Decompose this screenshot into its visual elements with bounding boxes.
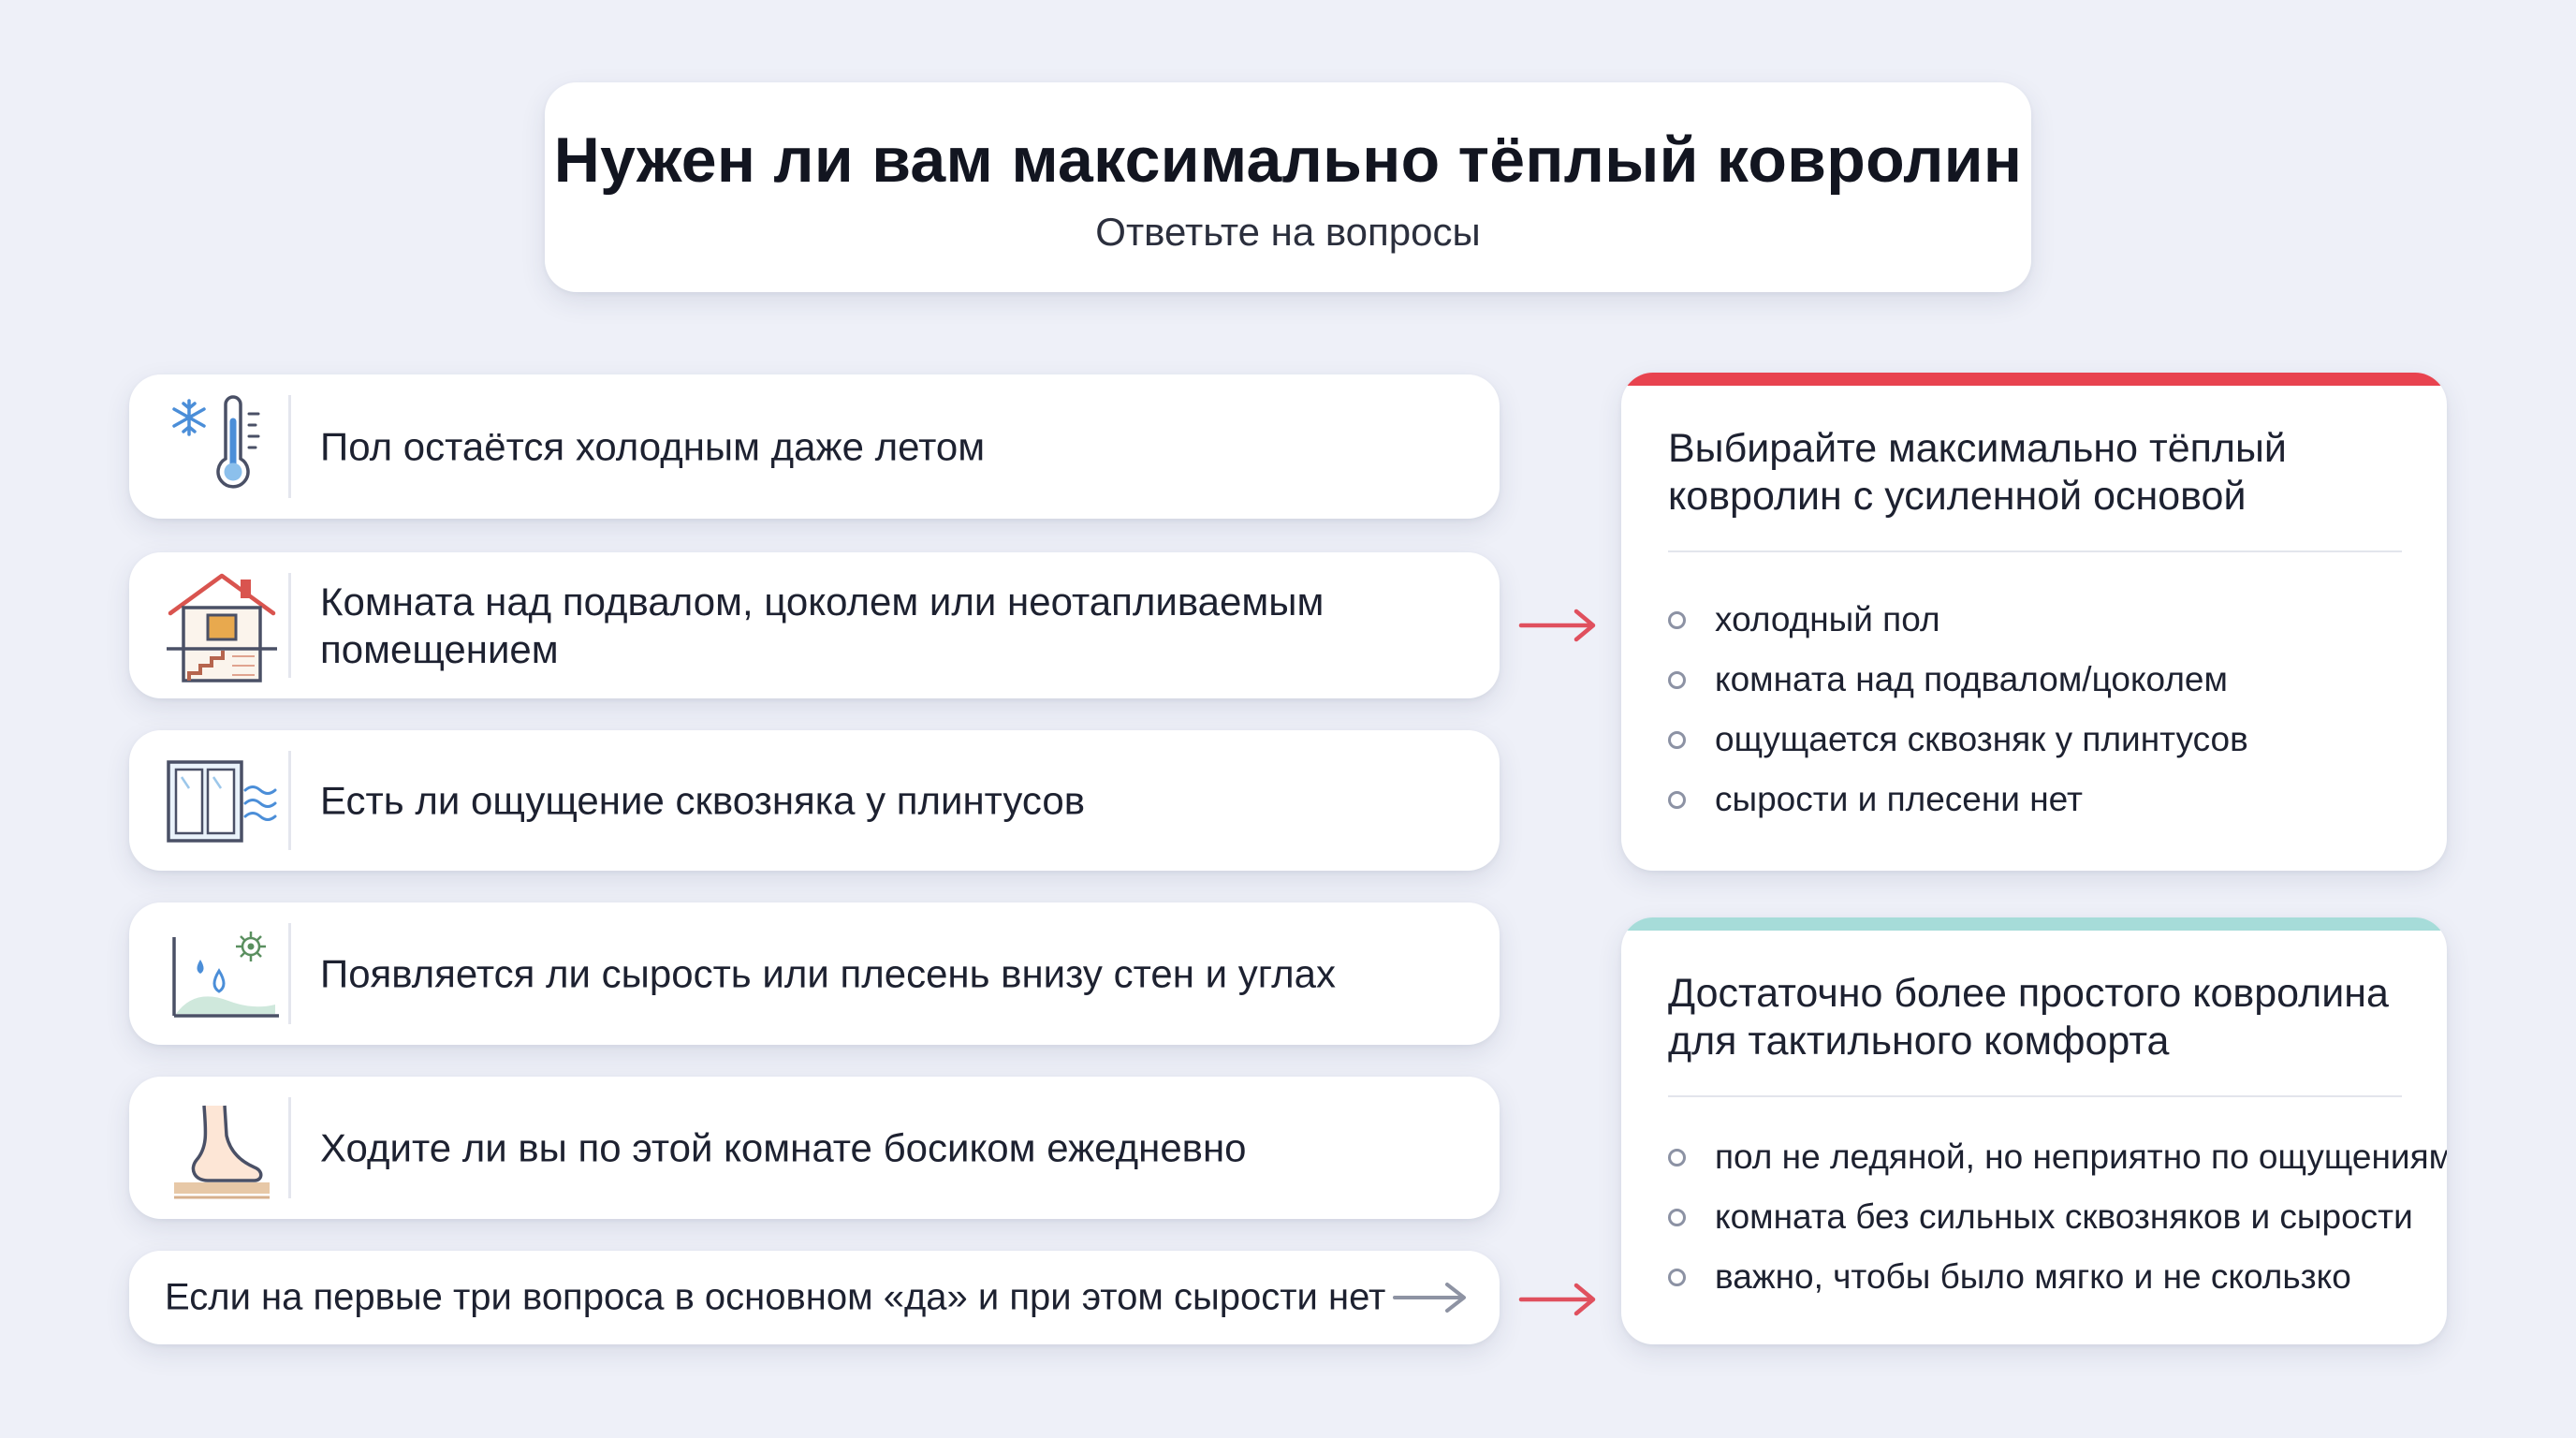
- question-card-barefoot: Ходите ли вы по этой комнате босиком еже…: [129, 1077, 1500, 1219]
- question-text: Ходите ли вы по этой комнате босиком еже…: [320, 1125, 1247, 1170]
- damp-mold-corner-icon: [152, 903, 292, 1044]
- list-item: ощущается сквозняк у плинтусов: [1668, 710, 2428, 770]
- question-card-damp: Появляется ли сырость или плесень внизу …: [129, 902, 1500, 1045]
- thermometer-snowflake-icon: [152, 376, 292, 517]
- result-accent-bar: [1621, 917, 2447, 931]
- bullet-icon: [1668, 731, 1686, 749]
- result-card-simple-carpet: Достаточно более простого ковролина для …: [1621, 917, 2447, 1344]
- question-divider: [288, 923, 291, 1024]
- bullet-icon: [1668, 611, 1686, 629]
- question-text: Пол остаётся холодным даже летом: [320, 424, 986, 469]
- result-list: пол не ледяной, но неприятно по ощущения…: [1668, 1127, 2447, 1307]
- question-divider: [288, 573, 291, 678]
- question-text: Есть ли ощущение сквозняка у плинтусов: [320, 778, 1086, 823]
- bullet-icon: [1668, 1209, 1686, 1226]
- list-item: комната без сильных сквозняков и сырости: [1668, 1187, 2428, 1247]
- result-divider: [1668, 1095, 2402, 1097]
- result-title: Достаточно более простого ковролина для …: [1668, 971, 2389, 1064]
- question-card-basement: Комната над подвалом, цоколем или неотап…: [129, 552, 1500, 698]
- bullet-icon: [1668, 791, 1686, 809]
- list-item: холодный пол: [1668, 590, 2428, 650]
- house-basement-icon: [152, 555, 292, 696]
- result-divider: [1668, 550, 2402, 552]
- page-subtitle: Ответьте на вопросы: [1095, 210, 1481, 254]
- bullet-icon: [1668, 671, 1686, 689]
- summary-note-card: Если на первые три вопроса в основном «д…: [129, 1251, 1500, 1344]
- result-title: Выбирайте максимально тёплый ковролин с …: [1668, 426, 2287, 519]
- summary-note-text: Если на первые три вопроса в основном «д…: [165, 1276, 1386, 1318]
- list-item: комната над подвалом/цоколем: [1668, 650, 2428, 710]
- question-divider: [288, 751, 291, 850]
- arrow-right-icon: [1518, 609, 1596, 642]
- arrow-right-icon: [1393, 1283, 1466, 1313]
- window-draft-icon: [152, 730, 292, 871]
- result-card-warm-carpet: Выбирайте максимально тёплый ковролин с …: [1621, 373, 2447, 871]
- bullet-icon: [1668, 1269, 1686, 1286]
- question-divider: [288, 395, 291, 498]
- page-title: Нужен ли вам максимально тёплый ковролин: [553, 125, 2023, 196]
- result-accent-bar: [1621, 373, 2447, 386]
- question-divider: [288, 1097, 291, 1198]
- list-item: сырости и плесени нет: [1668, 770, 2428, 829]
- question-card-draft: Есть ли ощущение сквозняка у плинтусов: [129, 730, 1500, 871]
- arrow-right-icon: [1518, 1283, 1596, 1316]
- question-text: Комната над подвалом, цоколем или неотап…: [320, 580, 1325, 671]
- list-item: пол не ледяной, но неприятно по ощущения…: [1668, 1127, 2447, 1187]
- list-item: важно, чтобы было мягко и не скользко: [1668, 1247, 2428, 1307]
- question-text: Появляется ли сырость или плесень внизу …: [320, 951, 1336, 996]
- bullet-icon: [1668, 1149, 1686, 1167]
- result-list: холодный пол комната над подвалом/цоколе…: [1668, 590, 2428, 829]
- question-card-cold-floor: Пол остаётся холодным даже летом: [129, 374, 1500, 519]
- bare-foot-icon: [152, 1078, 292, 1218]
- header-card: Нужен ли вам максимально тёплый ковролин…: [545, 82, 2031, 292]
